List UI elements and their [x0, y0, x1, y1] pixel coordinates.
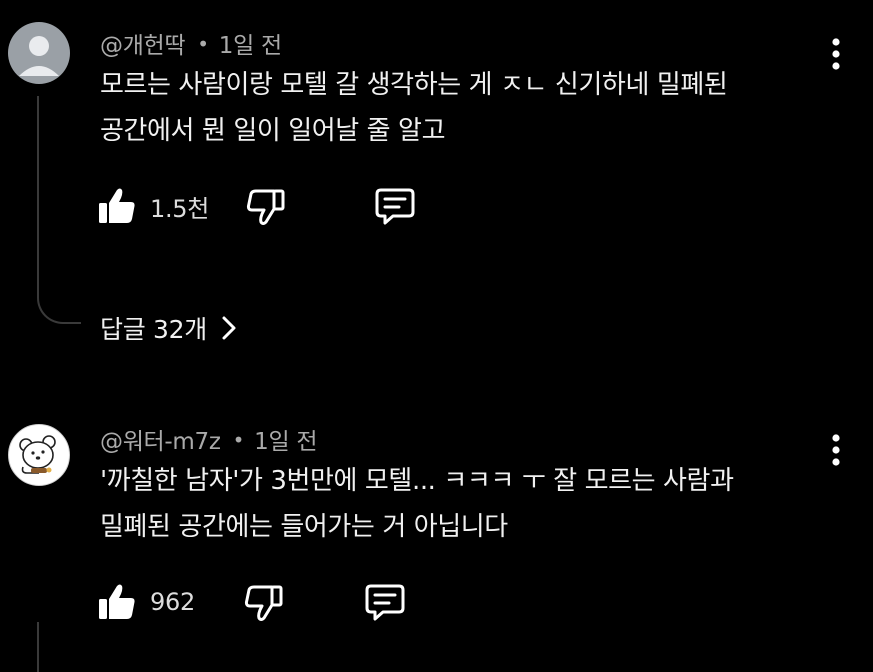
author-name[interactable]: @워터-m7z — [100, 429, 221, 455]
comment-actions: 1.5천 — [96, 182, 417, 230]
avatar[interactable] — [8, 424, 70, 486]
comment-actions: 962 — [96, 578, 407, 626]
view-replies-button[interactable]: 답글 32개 — [100, 310, 237, 346]
comment-line: 모르는 사람이랑 모텔 갈 생각하는 게 ㅈㄴ 신기하네 밀폐된 — [100, 70, 728, 100]
more-vert-icon — [832, 38, 840, 70]
comment-time: 1일 전 — [254, 429, 318, 455]
like-button[interactable]: 962 — [96, 581, 195, 623]
more-vert-icon — [832, 434, 840, 466]
cartoon-bear-avatar-icon — [19, 435, 56, 474]
thumbs-up-icon — [99, 584, 135, 619]
dislike-button[interactable] — [245, 185, 287, 227]
thumbs-down-icon — [244, 585, 283, 621]
comment-line: 밀폐된 공간에는 들어가는 거 아닙니다 — [100, 512, 508, 542]
reply-button[interactable] — [373, 184, 417, 228]
replies-label: 답글 32개 — [100, 315, 207, 344]
reply-comment-icon — [365, 584, 405, 621]
comment-line: 공간에서 뭔 일이 일어날 줄 알고 — [100, 116, 446, 146]
chevron-right-icon — [222, 316, 236, 340]
thread-line — [37, 622, 39, 672]
comment-text: 모르는 사람이랑 모텔 갈 생각하는 게 ㅈㄴ 신기하네 밀폐된 공간에서 뭔 … — [100, 62, 800, 154]
reply-button[interactable] — [363, 580, 407, 624]
more-options-button[interactable] — [818, 30, 854, 78]
thread-line — [37, 96, 39, 296]
like-count: 1.5천 — [150, 194, 210, 223]
author-name[interactable]: @개헌딱 — [100, 33, 186, 59]
separator-dot: • — [197, 32, 209, 56]
dislike-button[interactable] — [243, 581, 285, 623]
reply-comment-icon — [375, 188, 415, 225]
thread-connector — [37, 294, 81, 324]
like-button[interactable]: 1.5천 — [96, 185, 209, 227]
like-count: 962 — [150, 588, 195, 616]
comment-meta: @워터-m7z • 1일 전 — [100, 422, 318, 456]
comment-1: @개헌딱 • 1일 전 모르는 사람이랑 모텔 갈 생각하는 게 ㅈㄴ 신기하네 밀… — [0, 0, 873, 380]
comment-text: '까칠한 남자'가 3번만에 모텔... ㅋㅋㅋ ㅜ 잘 모르는 사람과 밀폐된… — [100, 458, 800, 550]
avatar[interactable] — [8, 22, 70, 84]
comment-time: 1일 전 — [218, 33, 282, 59]
comment-line: '까칠한 남자'가 3번만에 모텔... ㅋㅋㅋ ㅜ 잘 모르는 사람과 — [100, 466, 734, 496]
default-profile-icon — [19, 36, 59, 76]
separator-dot: • — [232, 428, 245, 452]
more-options-button[interactable] — [818, 426, 854, 474]
thumbs-up-icon — [99, 188, 135, 223]
thumbs-down-icon — [247, 189, 285, 225]
comment-meta: @개헌딱 • 1일 전 — [100, 26, 282, 60]
comment-2: @워터-m7z • 1일 전 '까칠한 남자'가 3번만에 모텔... ㅋㅋㅋ ㅜ … — [0, 400, 873, 672]
